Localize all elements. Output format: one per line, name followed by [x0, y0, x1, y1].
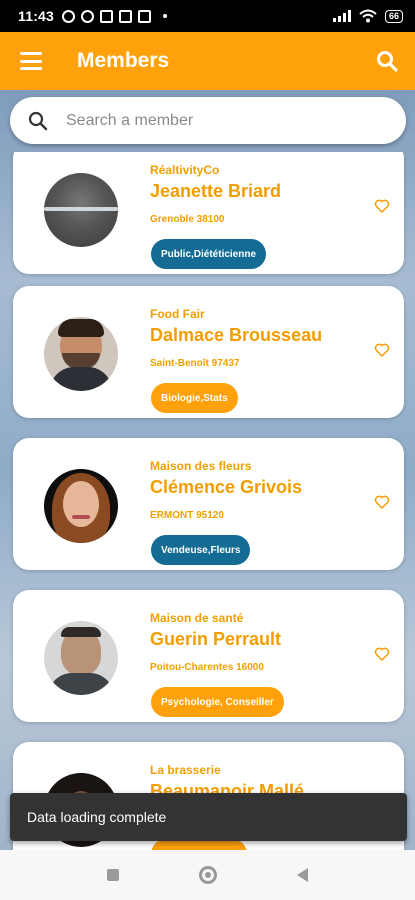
alarm-icon	[81, 9, 95, 23]
search-icon	[28, 111, 48, 130]
member-list[interactable]: RéaltivityCo Jeanette Briard Grenoble 38…	[0, 152, 415, 850]
search-placeholder: Search a member	[66, 111, 194, 129]
more-notifications-icon	[163, 14, 168, 18]
heart-outline-icon[interactable]	[374, 342, 390, 358]
home-icon[interactable]	[199, 866, 217, 884]
avatar	[44, 621, 118, 695]
member-tag[interactable]: Psychologie, Conseiller	[151, 687, 284, 717]
heart-outline-icon[interactable]	[374, 198, 390, 214]
search-input[interactable]: Search a member	[10, 97, 406, 144]
signal-icon	[332, 10, 351, 22]
recent-apps-icon[interactable]	[107, 869, 119, 881]
search-icon[interactable]	[375, 49, 399, 73]
member-name: Clémence Grivois	[150, 477, 303, 497]
member-name: Jeanette Briard	[150, 181, 282, 201]
member-company: Maison de santé	[150, 611, 244, 625]
member-tag[interactable]: Vendeuse,Fleurs	[151, 535, 251, 565]
member-company: Maison des fleurs	[150, 459, 252, 473]
snackbar: Data loading complete	[10, 793, 407, 841]
chat-notification-icon	[138, 9, 152, 23]
member-company: RéaltivityCo	[150, 163, 220, 177]
member-name: Dalmace Brousseau	[150, 325, 323, 345]
mute-icon	[62, 9, 76, 23]
member-tag[interactable]: Public,Diététicienne	[151, 239, 267, 269]
back-icon[interactable]	[297, 868, 308, 882]
heart-outline-icon[interactable]	[374, 646, 390, 662]
member-location: Poitou-Charentes 16000	[150, 662, 264, 673]
menu-icon[interactable]	[20, 52, 42, 70]
snackbar-message: Data loading complete	[27, 809, 167, 825]
notification-icons	[62, 9, 168, 23]
battery-icon: 66	[384, 9, 403, 23]
app-bar: Members	[0, 32, 415, 90]
avatar	[44, 173, 118, 247]
member-company: La brasserie	[150, 763, 221, 777]
wifi-icon	[359, 9, 377, 23]
member-name: Guerin Perrault	[150, 629, 282, 649]
member-tag[interactable]: Biologie,Stats	[151, 383, 238, 413]
avatar	[44, 469, 118, 543]
avatar	[44, 317, 118, 391]
heart-outline-icon[interactable]	[374, 494, 390, 510]
status-time: 11:43	[18, 8, 55, 24]
member-company: Food Fair	[150, 307, 205, 321]
member-card[interactable]: RéaltivityCo Jeanette Briard Grenoble 38…	[13, 152, 404, 274]
member-card[interactable]: Food Fair Dalmace Brousseau Saint-Benoît…	[13, 286, 404, 418]
member-card[interactable]: Maison des fleurs Clémence Grivois ERMON…	[13, 438, 404, 570]
page-title: Members	[77, 49, 170, 72]
member-card[interactable]: Maison de santé Guerin Perrault Poitou-C…	[13, 590, 404, 722]
member-location: Saint-Benoît 97437	[150, 358, 240, 369]
chat-notification-icon	[119, 9, 133, 23]
member-location: Grenoble 38100	[150, 214, 225, 225]
app-notification-icon	[100, 9, 114, 23]
system-nav-bar	[0, 850, 415, 900]
status-bar: 11:43 66	[0, 0, 415, 32]
member-location: ERMONT 95120	[150, 510, 224, 521]
